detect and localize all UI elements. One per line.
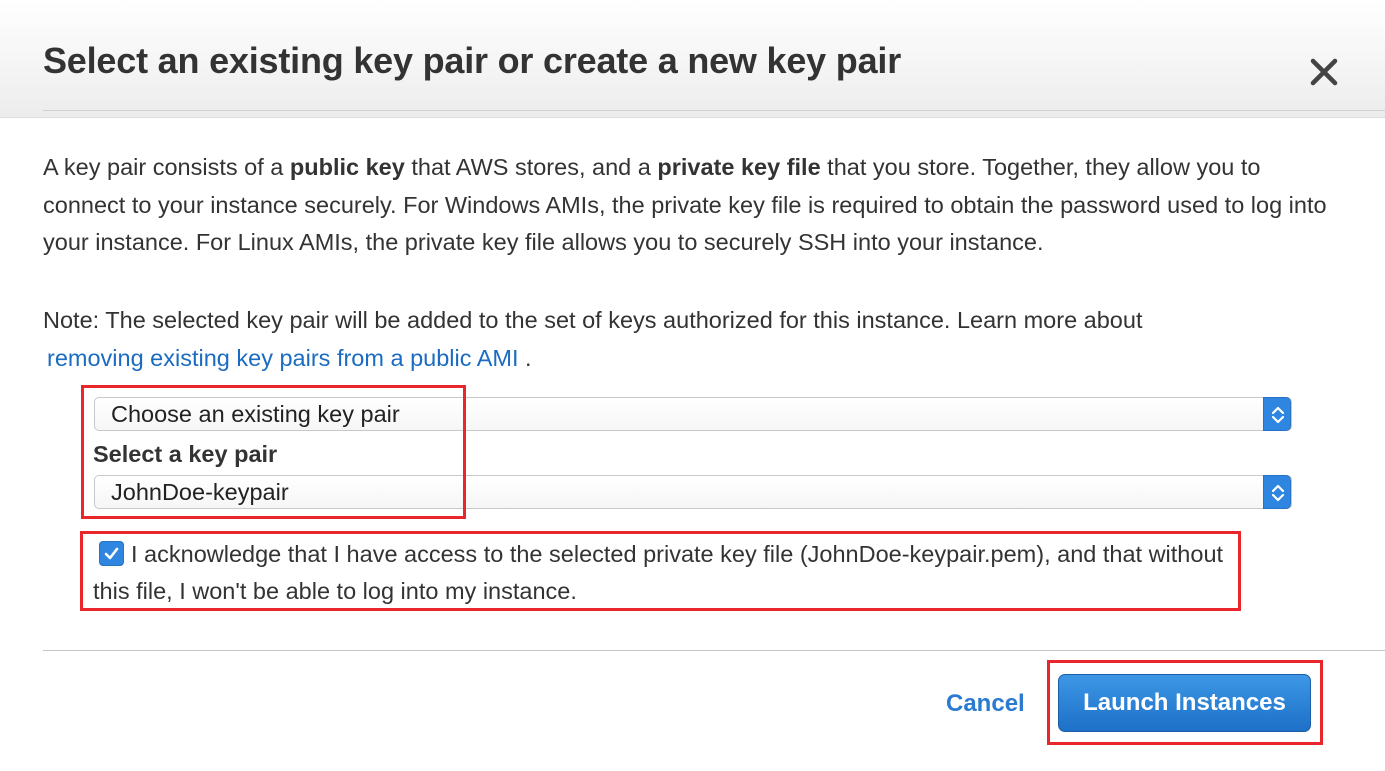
keypair-mode-select[interactable]: Choose an existing key pair [94,397,1292,431]
close-icon[interactable] [1304,52,1344,92]
note-text: Note: The selected key pair will be adde… [43,307,1143,371]
removing-key-pairs-link[interactable]: removing existing key pairs from a publi… [47,345,519,371]
launch-instances-button[interactable]: Launch Instances [1058,674,1311,732]
footer-divider [43,650,1385,651]
cancel-button[interactable]: Cancel [946,690,1025,718]
acknowledge-label: I acknowledge that I have access to the … [93,541,1224,604]
select-arrows-icon [1263,397,1291,431]
private-key-term: private key file [657,154,821,180]
header-divider [43,110,1385,111]
select-key-pair-label: Select a key pair [93,441,278,467]
acknowledge-checkbox[interactable] [99,541,124,566]
dialog-title: Select an existing key pair or create a … [43,40,902,81]
public-key-term: public key [289,154,405,180]
select-arrows-icon [1263,475,1291,509]
keypair-select-value: JohnDoe-keypair [111,479,289,505]
keypair-mode-value: Choose an existing key pair [111,401,400,427]
checkmark-icon [104,547,119,560]
keypair-select[interactable]: JohnDoe-keypair [94,475,1292,509]
dialog-header: Select an existing key pair or create a … [0,0,1385,118]
key-pair-description: A key pair consists of a public key that… [43,154,1327,255]
